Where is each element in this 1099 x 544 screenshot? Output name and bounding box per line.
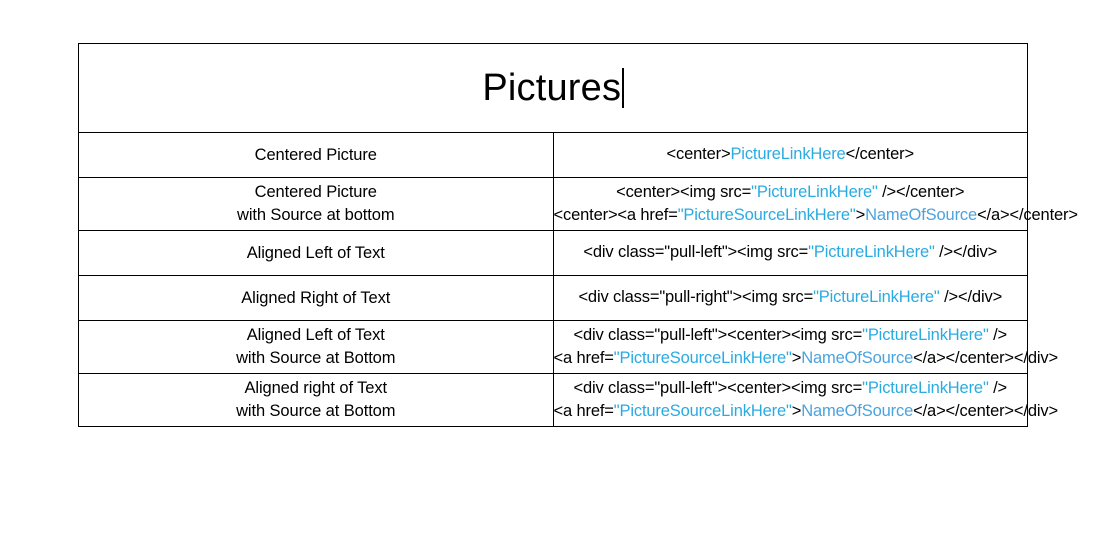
code-token-plain: <a href= xyxy=(553,349,614,367)
row-label-cell[interactable]: Centered Picture with Source at bottom xyxy=(78,177,554,231)
row-code-cell[interactable]: <div class="pull-right"><img src="Pictur… xyxy=(552,275,1028,321)
code-line: <center>PictureLinkHere</center> xyxy=(554,143,1028,167)
code-line: <div class="pull-right"><img src="Pictur… xyxy=(554,286,1028,310)
code-token-plain: <center><a href= xyxy=(553,206,678,224)
code-token-name[interactable]: NameOfSource xyxy=(801,402,913,420)
code-snippet: <div class="pull-left"><img src="Picture… xyxy=(554,241,1028,265)
code-token-plain: <div class="pull-left"><center><img src= xyxy=(573,378,863,397)
code-token-plain: <div class="pull-left"><img src= xyxy=(583,243,809,262)
code-line: <div class="pull-left"><img src="Picture… xyxy=(554,241,1028,265)
code-token-plain: <div class="pull-right"><img src= xyxy=(578,288,814,307)
table-row: Aligned Left of Text <div class="pull-lef… xyxy=(78,230,1028,276)
code-token-plain: /></div> xyxy=(939,288,1003,307)
code-token-plain: </center> xyxy=(845,145,915,164)
code-snippet: <div class="pull-right"><img src="Pictur… xyxy=(554,286,1028,310)
page-title: Pictures xyxy=(482,67,622,109)
table-row: Centered Picture <center>PictureLinkHere<… xyxy=(78,132,1028,178)
code-snippet: <center>PictureLinkHere</center> xyxy=(554,143,1028,167)
code-snippet: <center><img src="PictureLinkHere" /></c… xyxy=(553,181,1079,228)
code-token-link[interactable]: "PictureLinkHere" xyxy=(862,379,989,397)
code-token-link[interactable]: "PictureSourceLinkHere" xyxy=(678,206,856,224)
row-code-cell[interactable]: <center>PictureLinkHere</center> xyxy=(552,132,1028,178)
code-line: <div class="pull-left"><center><img src=… xyxy=(554,377,1028,401)
table-row: Aligned Left of Text with Source at Bott… xyxy=(78,320,1059,374)
row-code-cell[interactable]: <div class="pull-left"><img src="Picture… xyxy=(552,230,1028,276)
row-label: Aligned right of Text with Source at Bot… xyxy=(236,379,396,420)
code-snippet: <div class="pull-left"><center><img src=… xyxy=(553,377,1059,424)
code-token-name[interactable]: NameOfSource xyxy=(865,206,977,224)
row-label: Centered Picture xyxy=(254,145,377,164)
code-line: <center><a href="PictureSourceLinkHere">… xyxy=(553,204,1079,228)
code-token-plain: > xyxy=(791,349,802,367)
code-line: <a href="PictureSourceLinkHere">NameOfSo… xyxy=(553,400,1059,424)
row-label: Aligned Left of Text xyxy=(246,243,385,262)
row-label-cell[interactable]: Aligned Right of Text xyxy=(78,275,554,321)
code-token-plain: <center> xyxy=(666,145,731,164)
row-label: Aligned Right of Text xyxy=(241,288,391,307)
pictures-reference-table: Pictures Centered Picture <center>Picture… xyxy=(78,43,1079,427)
title-cell[interactable]: Pictures xyxy=(78,43,1028,133)
table-row: Aligned right of Text with Source at Bot… xyxy=(78,373,1059,427)
code-line: <div class="pull-left"><center><img src=… xyxy=(554,324,1028,348)
row-code-cell[interactable]: <center><img src="PictureLinkHere" /></c… xyxy=(552,177,1079,231)
row-label-cell[interactable]: Aligned right of Text with Source at Bot… xyxy=(78,373,554,427)
table-row: Centered Picture with Source at bottom <c… xyxy=(78,177,1079,231)
row-code-cell[interactable]: <div class="pull-left"><center><img src=… xyxy=(552,373,1059,427)
title-row: Pictures xyxy=(78,43,1028,133)
text-cursor xyxy=(622,68,624,108)
row-label-cell[interactable]: Aligned Left of Text xyxy=(78,230,554,276)
code-line: <a href="PictureSourceLinkHere">NameOfSo… xyxy=(553,347,1059,371)
table-row: Aligned Right of Text <div class="pull-ri… xyxy=(78,275,1028,321)
code-token-plain: <center><img src= xyxy=(616,182,752,201)
code-snippet: <div class="pull-left"><center><img src=… xyxy=(553,324,1059,371)
row-label-cell[interactable]: Centered Picture xyxy=(78,132,554,178)
row-label: Centered Picture with Source at bottom xyxy=(237,183,395,224)
row-label: Aligned Left of Text with Source at Bott… xyxy=(236,326,396,367)
code-token-link[interactable]: "PictureLinkHere" xyxy=(813,288,940,306)
code-token-plain: /> xyxy=(988,325,1008,344)
code-token-name[interactable]: NameOfSource xyxy=(801,349,913,367)
code-token-plain: </a></center></div> xyxy=(913,349,1058,367)
code-token-plain: > xyxy=(791,402,802,420)
code-token-plain: <a href= xyxy=(553,402,614,420)
code-token-plain: /></center> xyxy=(877,182,965,201)
code-line: <center><img src="PictureLinkHere" /></c… xyxy=(554,181,1028,205)
code-token-link[interactable]: "PictureSourceLinkHere" xyxy=(614,349,792,367)
row-label-cell[interactable]: Aligned Left of Text with Source at Bott… xyxy=(78,320,554,374)
code-token-link[interactable]: "PictureSourceLinkHere" xyxy=(614,402,792,420)
code-token-link[interactable]: "PictureLinkHere" xyxy=(808,243,935,261)
code-token-plain: <div class="pull-left"><center><img src= xyxy=(573,325,863,344)
code-token-link[interactable]: PictureLinkHere xyxy=(730,145,845,163)
code-token-plain: </a></center></div> xyxy=(913,402,1058,420)
table-body: Pictures Centered Picture <center>Picture… xyxy=(78,43,1079,427)
code-token-plain: </a></center> xyxy=(977,206,1078,224)
code-token-link[interactable]: "PictureLinkHere" xyxy=(862,326,989,344)
code-token-link[interactable]: "PictureLinkHere" xyxy=(751,183,878,201)
code-token-plain: > xyxy=(855,206,866,224)
code-token-plain: /></div> xyxy=(934,243,998,262)
pictures-reference-table-wrapper: Pictures Centered Picture <center>Picture… xyxy=(78,43,1079,427)
code-token-plain: /> xyxy=(988,378,1008,397)
row-code-cell[interactable]: <div class="pull-left"><center><img src=… xyxy=(552,320,1059,374)
document-page: Pictures Centered Picture <center>Picture… xyxy=(0,0,1099,544)
page-title-wrapper: Pictures xyxy=(482,66,624,110)
